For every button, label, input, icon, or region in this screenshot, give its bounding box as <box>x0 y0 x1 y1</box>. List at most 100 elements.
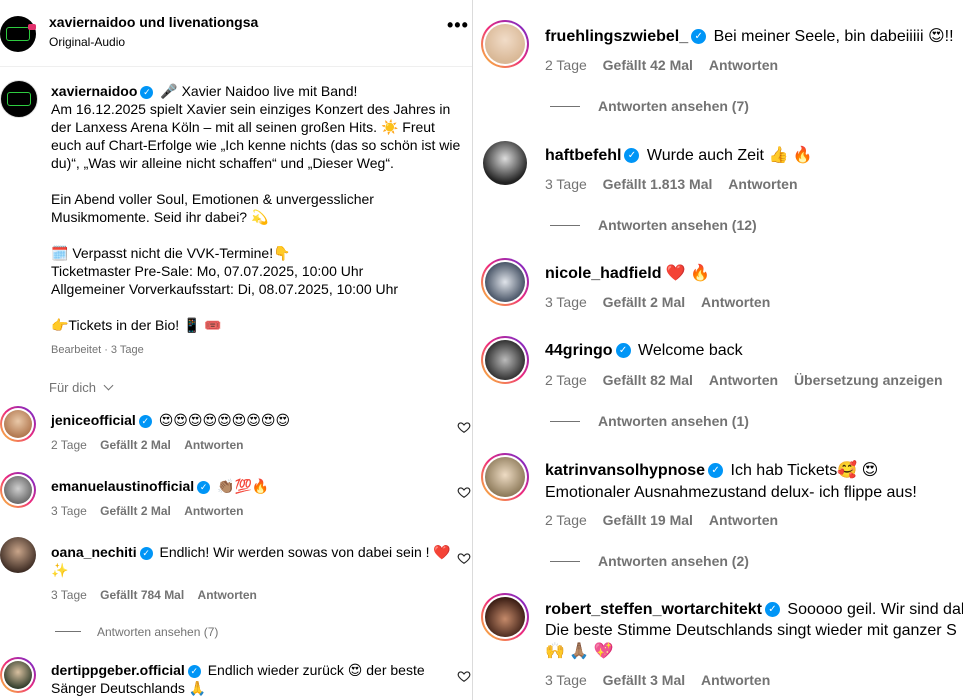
heart-icon[interactable] <box>457 485 471 499</box>
chevron-down-icon <box>103 380 114 391</box>
view-replies-button[interactable]: Antworten ansehen (1) <box>550 413 749 431</box>
comment-likes[interactable]: Gefällt 2 Mal <box>100 438 171 452</box>
comment-filter[interactable]: Für dich <box>49 380 114 395</box>
comment-username[interactable]: robert_steffen_wortarchitekt <box>545 601 762 618</box>
comment-meta: 3 Tage Gefällt 2 Mal Antworten <box>51 504 244 518</box>
verified-icon: ✓ <box>140 85 154 99</box>
comment-text: Bei meiner Seele, bin dabeiiiii 😍!! <box>713 28 954 45</box>
comment-username[interactable]: nicole_hadfield <box>545 265 661 282</box>
view-replies-button[interactable]: Antworten ansehen (2) <box>550 553 749 571</box>
verified-icon: ✓ <box>615 343 631 359</box>
translate-button[interactable]: Übersetzung anzeigen <box>794 372 943 388</box>
comment-text-cont: ✨ <box>51 563 69 579</box>
comment-time: 2 Tage <box>545 372 587 388</box>
comment-username[interactable]: katrinvansolhypnose <box>545 462 705 479</box>
comment-avatar[interactable] <box>481 20 529 68</box>
comment-text: Ich hab Tickets🥰 😍 <box>730 462 879 479</box>
view-replies-button[interactable]: Antworten ansehen (7) <box>55 623 218 641</box>
heart-icon[interactable] <box>457 551 471 565</box>
view-replies-label: Antworten ansehen (1) <box>598 413 749 429</box>
comment-meta: 2 Tage Gefällt 42 Mal Antworten <box>545 57 778 73</box>
caption-line: du)“, „Was wir alleine nicht schaffen“ u… <box>51 155 394 171</box>
comment-avatar[interactable] <box>483 141 527 185</box>
verified-icon: ✓ <box>764 602 780 618</box>
comment-username[interactable]: haftbefehl <box>545 147 621 164</box>
comment-content: jeniceofficial ✓ 😍😍😍😍😍😍😍😍😍 <box>51 411 290 430</box>
comment-meta: 3 Tage Gefällt 2 Mal Antworten <box>545 294 770 310</box>
comment-time: 3 Tage <box>51 588 87 602</box>
comment-avatar[interactable] <box>481 336 529 384</box>
reply-button[interactable]: Antworten <box>728 176 797 192</box>
comment-username[interactable]: fruehlingszwiebel_ <box>545 28 688 45</box>
reply-button[interactable]: Antworten <box>184 504 243 518</box>
comment-username[interactable]: jeniceofficial <box>51 412 136 428</box>
comment-avatar[interactable] <box>481 593 529 641</box>
comment-likes[interactable]: Gefällt 1.813 Mal <box>603 176 713 192</box>
comment-avatar[interactable] <box>0 657 36 693</box>
comment-text-cont: Sänger Deutschlands 🙏 <box>51 680 207 696</box>
reply-button[interactable]: Antworten <box>709 57 778 73</box>
caption-line: Ein Abend voller Soul, Emotionen & unver… <box>51 191 374 207</box>
replies-line <box>550 106 580 108</box>
comment-likes[interactable]: Gefällt 42 Mal <box>603 57 693 73</box>
reply-button[interactable]: Antworten <box>198 588 257 602</box>
comment-time: 3 Tage <box>545 672 587 688</box>
replies-line <box>550 561 580 563</box>
caption-avatar[interactable] <box>0 80 38 118</box>
comment-likes[interactable]: Gefällt 784 Mal <box>100 588 184 602</box>
edited-timestamp: Bearbeitet · 3 Tage <box>51 344 144 356</box>
comment-meta: 2 Tage Gefällt 82 Mal Antworten Übersetz… <box>545 372 943 388</box>
post-authors[interactable]: xaviernaidoo und livenationgsa <box>49 14 258 30</box>
comment-content: 44gringo ✓ Welcome back <box>545 342 743 360</box>
view-replies-button[interactable]: Antworten ansehen (12) <box>550 217 757 235</box>
caption-line: der Lanxess Arena Köln – mit all seinen … <box>51 119 435 135</box>
view-replies-label: Antworten ansehen (7) <box>598 98 749 114</box>
comment-likes[interactable]: Gefällt 19 Mal <box>603 512 693 528</box>
caption-line: Ticketmaster Pre-Sale: Mo, 07.07.2025, 1… <box>51 263 364 279</box>
author-avatar[interactable] <box>0 16 36 52</box>
comment-likes[interactable]: Gefällt 2 Mal <box>603 294 685 310</box>
audio-label[interactable]: Original-Audio <box>49 35 125 49</box>
comment-avatar[interactable] <box>0 472 36 508</box>
view-replies-button[interactable]: Antworten ansehen (7) <box>550 98 749 116</box>
reply-button[interactable]: Antworten <box>701 672 770 688</box>
comment-time: 3 Tage <box>51 504 87 518</box>
comment-avatar[interactable] <box>0 406 36 442</box>
comment-username[interactable]: emanuelaustinofficial <box>51 478 194 494</box>
caption-body: xaviernaidoo ✓ 🎤 Xavier Naidoo live mit B… <box>51 82 471 334</box>
pane-divider <box>472 0 473 700</box>
comment-avatar[interactable] <box>0 537 36 573</box>
verified-icon: ✓ <box>708 463 724 479</box>
comment-text: ❤️ 🔥 <box>665 265 711 282</box>
more-dots-icon[interactable]: ••• <box>447 16 469 34</box>
comment-content: fruehlingszwiebel_ ✓ Bei meiner Seele, bi… <box>545 26 954 46</box>
comment-username[interactable]: 44gringo <box>545 342 613 359</box>
heart-icon[interactable] <box>457 669 471 683</box>
comment-text: Wurde auch Zeit 👍 🔥 <box>646 147 813 164</box>
verified-icon: ✓ <box>139 546 153 560</box>
comment-likes[interactable]: Gefällt 2 Mal <box>100 504 171 518</box>
view-replies-label: Antworten ansehen (2) <box>598 553 749 569</box>
comment-likes[interactable]: Gefällt 3 Mal <box>603 672 685 688</box>
reply-button[interactable]: Antworten <box>184 438 243 452</box>
comment-avatar[interactable] <box>481 258 529 306</box>
reply-button[interactable]: Antworten <box>709 512 778 528</box>
reply-button[interactable]: Antworten <box>701 294 770 310</box>
comment-username[interactable]: dertippgeber.official <box>51 662 185 678</box>
comment-content: dertippgeber.official ✓ Endlich wieder zu… <box>51 661 451 697</box>
replies-line <box>550 421 580 423</box>
comment-avatar[interactable] <box>481 453 529 501</box>
verified-icon: ✓ <box>138 414 152 428</box>
reply-button[interactable]: Antworten <box>709 372 778 388</box>
comment-text: Sooooo geil. Wir sind dab <box>787 601 963 618</box>
comment-content: haftbefehl ✓ Wurde auch Zeit 👍 🔥 <box>545 145 813 165</box>
comment-time: 2 Tage <box>51 438 87 452</box>
comment-username[interactable]: oana_nechiti <box>51 544 137 560</box>
caption-line: euch auf Chart-Erfolge wie „Ich kenne ni… <box>51 137 461 153</box>
caption-line: Musikmomente. Seid ihr dabei? 💫 <box>51 209 269 225</box>
comment-time: 2 Tage <box>545 57 587 73</box>
header-divider <box>0 66 472 67</box>
heart-icon[interactable] <box>457 420 471 434</box>
caption-username[interactable]: xaviernaidoo <box>51 83 137 99</box>
comment-likes[interactable]: Gefällt 82 Mal <box>603 372 693 388</box>
